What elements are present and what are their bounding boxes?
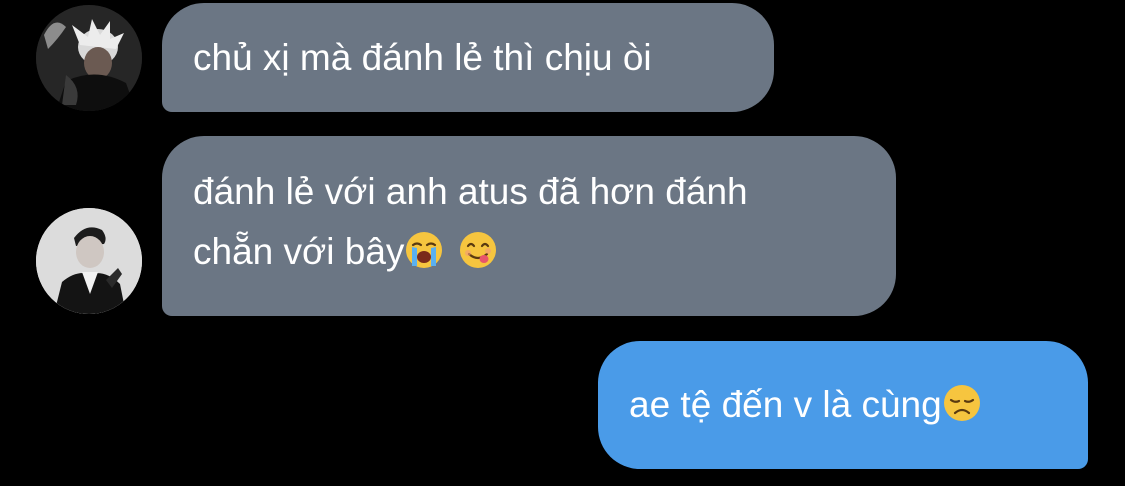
avatar-photo-icon [36, 208, 142, 314]
sender-avatar[interactable] [36, 208, 142, 314]
message-text-line: ae tệ đến v là cùng [629, 375, 1088, 435]
message-text: chủ xị mà đánh lẻ thì chịu òi [193, 37, 652, 78]
message-bubble-outgoing[interactable]: ae tệ đến v là cùng [598, 341, 1088, 469]
message-text-line-2: chẵn với bây [193, 222, 896, 282]
message-bubble-incoming[interactable]: đánh lẻ với anh atus đã hơn đánh chẵn vớ… [162, 136, 896, 316]
message-text: ae tệ đến v là cùng [629, 384, 942, 425]
disappointed-face-icon [942, 383, 982, 423]
face-savoring-food-icon [458, 230, 498, 270]
loudly-crying-face-icon [404, 230, 444, 270]
message-bubble-incoming[interactable]: chủ xị mà đánh lẻ thì chịu òi [162, 3, 774, 112]
avatar-photo-icon [36, 5, 142, 111]
message-text: đánh lẻ với anh atus đã hơn đánh [193, 171, 748, 212]
message-text: chẵn với bây [193, 231, 405, 272]
sender-avatar[interactable] [36, 5, 142, 111]
